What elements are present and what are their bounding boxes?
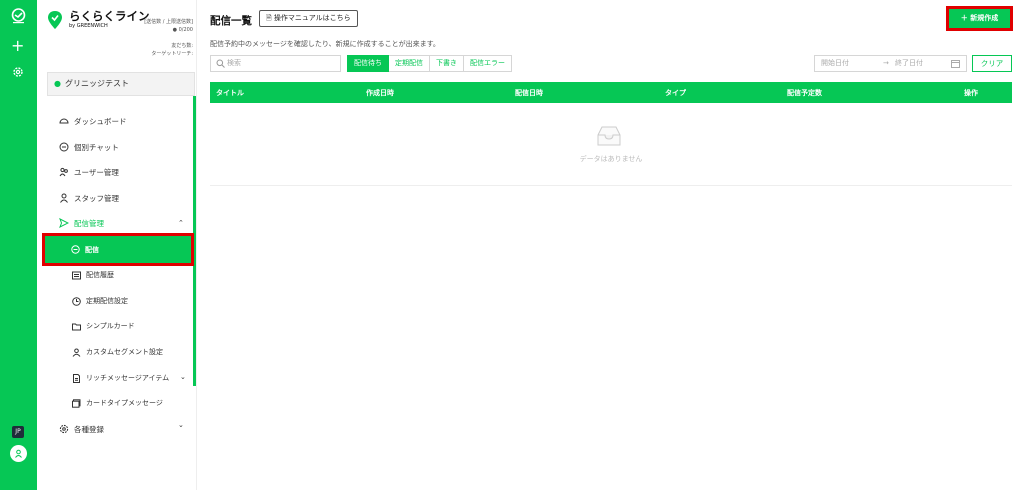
target-reach: ターゲットリーチ: bbox=[151, 51, 193, 57]
account-name: グリニッジテスト bbox=[64, 79, 129, 88]
empty-inbox-icon bbox=[597, 126, 621, 146]
sidebar-subitem-delivery-active[interactable]: 配信 bbox=[42, 233, 194, 266]
clock-icon bbox=[72, 296, 81, 306]
new-button-highlight: ＋ 新規作成 bbox=[946, 6, 1013, 31]
user-avatar-icon[interactable] bbox=[10, 445, 27, 462]
history-list-icon bbox=[72, 271, 81, 279]
column-header-planned-count[interactable]: 配信予定数 bbox=[787, 88, 822, 98]
clear-button[interactable]: クリア bbox=[972, 55, 1012, 72]
sidebar-subitem-label: シンプルカード bbox=[86, 322, 135, 330]
arrow-right-icon: → bbox=[883, 59, 889, 67]
sidebar-subitem-history[interactable]: 配信履歴 bbox=[72, 268, 114, 282]
sidebar-item-dashboard[interactable]: ダッシュボード bbox=[59, 114, 127, 128]
chevron-up-icon[interactable]: ⌃ bbox=[178, 219, 184, 227]
sidebar-subitem-label: カスタムセグメント設定 bbox=[86, 348, 163, 356]
sidebar-scrollbar[interactable] bbox=[193, 96, 196, 386]
folder-icon bbox=[72, 323, 81, 330]
person-icon bbox=[72, 348, 81, 357]
calendar-icon bbox=[951, 60, 960, 68]
sidebar-subitem-label: 定期配信設定 bbox=[86, 297, 128, 305]
main-content: 配信一覧 🗎 操作マニュアルはこちら 配信予約中のメッセージを確認したり、新規に… bbox=[197, 0, 1024, 490]
date-range-picker[interactable]: 開始日付 → 終了日付 bbox=[814, 55, 967, 72]
table-header: タイトル 作成日時 配信日時 タイプ 配信予定数 操作 bbox=[210, 82, 1012, 103]
column-header-type[interactable]: タイプ bbox=[665, 88, 686, 98]
delivery-icon bbox=[71, 245, 80, 254]
brand-pin-icon bbox=[48, 11, 62, 29]
users-icon bbox=[59, 167, 68, 177]
search-input[interactable]: 検索 bbox=[210, 55, 341, 72]
gear-icon bbox=[59, 424, 69, 434]
document-icon bbox=[73, 373, 80, 383]
status-dot-icon: ● bbox=[54, 79, 61, 88]
status-tabs: 配信待ち 定期配信 下書き 配信エラー bbox=[347, 55, 512, 72]
page-title: 配信一覧 bbox=[210, 15, 252, 27]
brand-sub: by GREENWICH bbox=[69, 23, 108, 29]
manual-link-label: 操作マニュアルはこちら bbox=[273, 14, 351, 22]
friends-count: 友だち数: bbox=[171, 43, 193, 49]
column-header-actions[interactable]: 操作 bbox=[964, 88, 978, 98]
tab-scheduled[interactable]: 定期配信 bbox=[389, 55, 430, 72]
brand[interactable]: らくらくライン by GREENWICH bbox=[47, 10, 150, 30]
sidebar-item-label: ダッシュボード bbox=[74, 116, 127, 126]
sidebar-subitem-scheduled[interactable]: 定期配信設定 bbox=[72, 294, 128, 308]
sidebar: らくらくライン by GREENWICH [送信数 / 上限送信数] ● 0/2… bbox=[37, 0, 197, 490]
sidebar-item-label: ユーザー管理 bbox=[74, 167, 119, 177]
dashboard-icon bbox=[59, 118, 69, 124]
chevron-down-icon[interactable]: ⌄ bbox=[178, 421, 184, 429]
column-header-created[interactable]: 作成日時 bbox=[366, 88, 394, 98]
date-end-input[interactable]: 終了日付 bbox=[895, 56, 923, 71]
tab-waiting[interactable]: 配信待ち bbox=[347, 55, 389, 72]
sidebar-item-staff[interactable]: スタッフ管理 bbox=[59, 191, 119, 205]
sidebar-subitem-card-type[interactable]: カードタイプメッセージ bbox=[72, 396, 163, 410]
sidebar-subitem-custom-segment[interactable]: カスタムセグメント設定 bbox=[72, 345, 163, 359]
language-badge[interactable]: JP bbox=[12, 426, 24, 438]
sidebar-subitem-label: 配信履歴 bbox=[86, 271, 114, 279]
sidebar-item-users[interactable]: ユーザー管理 bbox=[59, 165, 119, 179]
search-icon bbox=[216, 59, 225, 68]
tab-error[interactable]: 配信エラー bbox=[464, 55, 512, 72]
sidebar-item-settings[interactable]: 各種登録 bbox=[59, 422, 104, 436]
send-stat-value: ● 0/200 bbox=[172, 27, 193, 33]
logo-icon bbox=[11, 8, 26, 24]
sidebar-item-label: スタッフ管理 bbox=[74, 193, 119, 203]
left-rail: + JP bbox=[0, 0, 37, 490]
page-description: 配信予約中のメッセージを確認したり、新規に作成することが出来ます。 bbox=[210, 40, 440, 48]
sidebar-item-delivery[interactable]: 配信管理 bbox=[59, 216, 104, 230]
chat-icon bbox=[59, 142, 69, 152]
send-stat-label: [送信数 / 上限送信数] bbox=[144, 19, 193, 25]
sidebar-item-label: 各種登録 bbox=[74, 424, 104, 434]
sidebar-subitem-label: カードタイプメッセージ bbox=[86, 399, 163, 407]
column-header-title[interactable]: タイトル bbox=[216, 88, 244, 98]
date-start-input[interactable]: 開始日付 bbox=[821, 56, 849, 71]
new-create-button[interactable]: ＋ 新規作成 bbox=[949, 9, 1010, 28]
sidebar-subitem-label: リッチメッセージアイテム bbox=[86, 374, 170, 382]
person-icon bbox=[60, 193, 68, 203]
table-empty-state: データはありません bbox=[210, 103, 1012, 186]
column-header-delivery-date[interactable]: 配信日時 bbox=[515, 88, 543, 98]
sidebar-item-label: 個別チャット bbox=[74, 142, 119, 152]
empty-text: データはありません bbox=[579, 155, 643, 163]
brand-name: らくらくライン bbox=[69, 9, 150, 23]
gear-icon[interactable] bbox=[12, 66, 24, 78]
document-icon: 🗎 bbox=[266, 14, 272, 22]
account-selector[interactable]: ● グリニッジテスト bbox=[47, 72, 195, 96]
search-placeholder: 検索 bbox=[227, 59, 241, 67]
tab-draft[interactable]: 下書き bbox=[430, 55, 464, 72]
send-icon bbox=[59, 218, 69, 228]
manual-link-button[interactable]: 🗎 操作マニュアルはこちら bbox=[259, 10, 358, 27]
add-icon[interactable]: + bbox=[11, 38, 24, 54]
sidebar-item-label: 配信管理 bbox=[74, 218, 104, 228]
sidebar-subitem-label: 配信 bbox=[85, 245, 99, 254]
cards-icon bbox=[72, 398, 81, 408]
chevron-down-icon[interactable]: ⌄ bbox=[180, 373, 186, 381]
sidebar-subitem-simple-card[interactable]: シンプルカード bbox=[72, 319, 135, 333]
sidebar-subitem-rich-message[interactable]: リッチメッセージアイテム bbox=[72, 371, 169, 385]
sidebar-item-chat[interactable]: 個別チャット bbox=[59, 140, 119, 154]
